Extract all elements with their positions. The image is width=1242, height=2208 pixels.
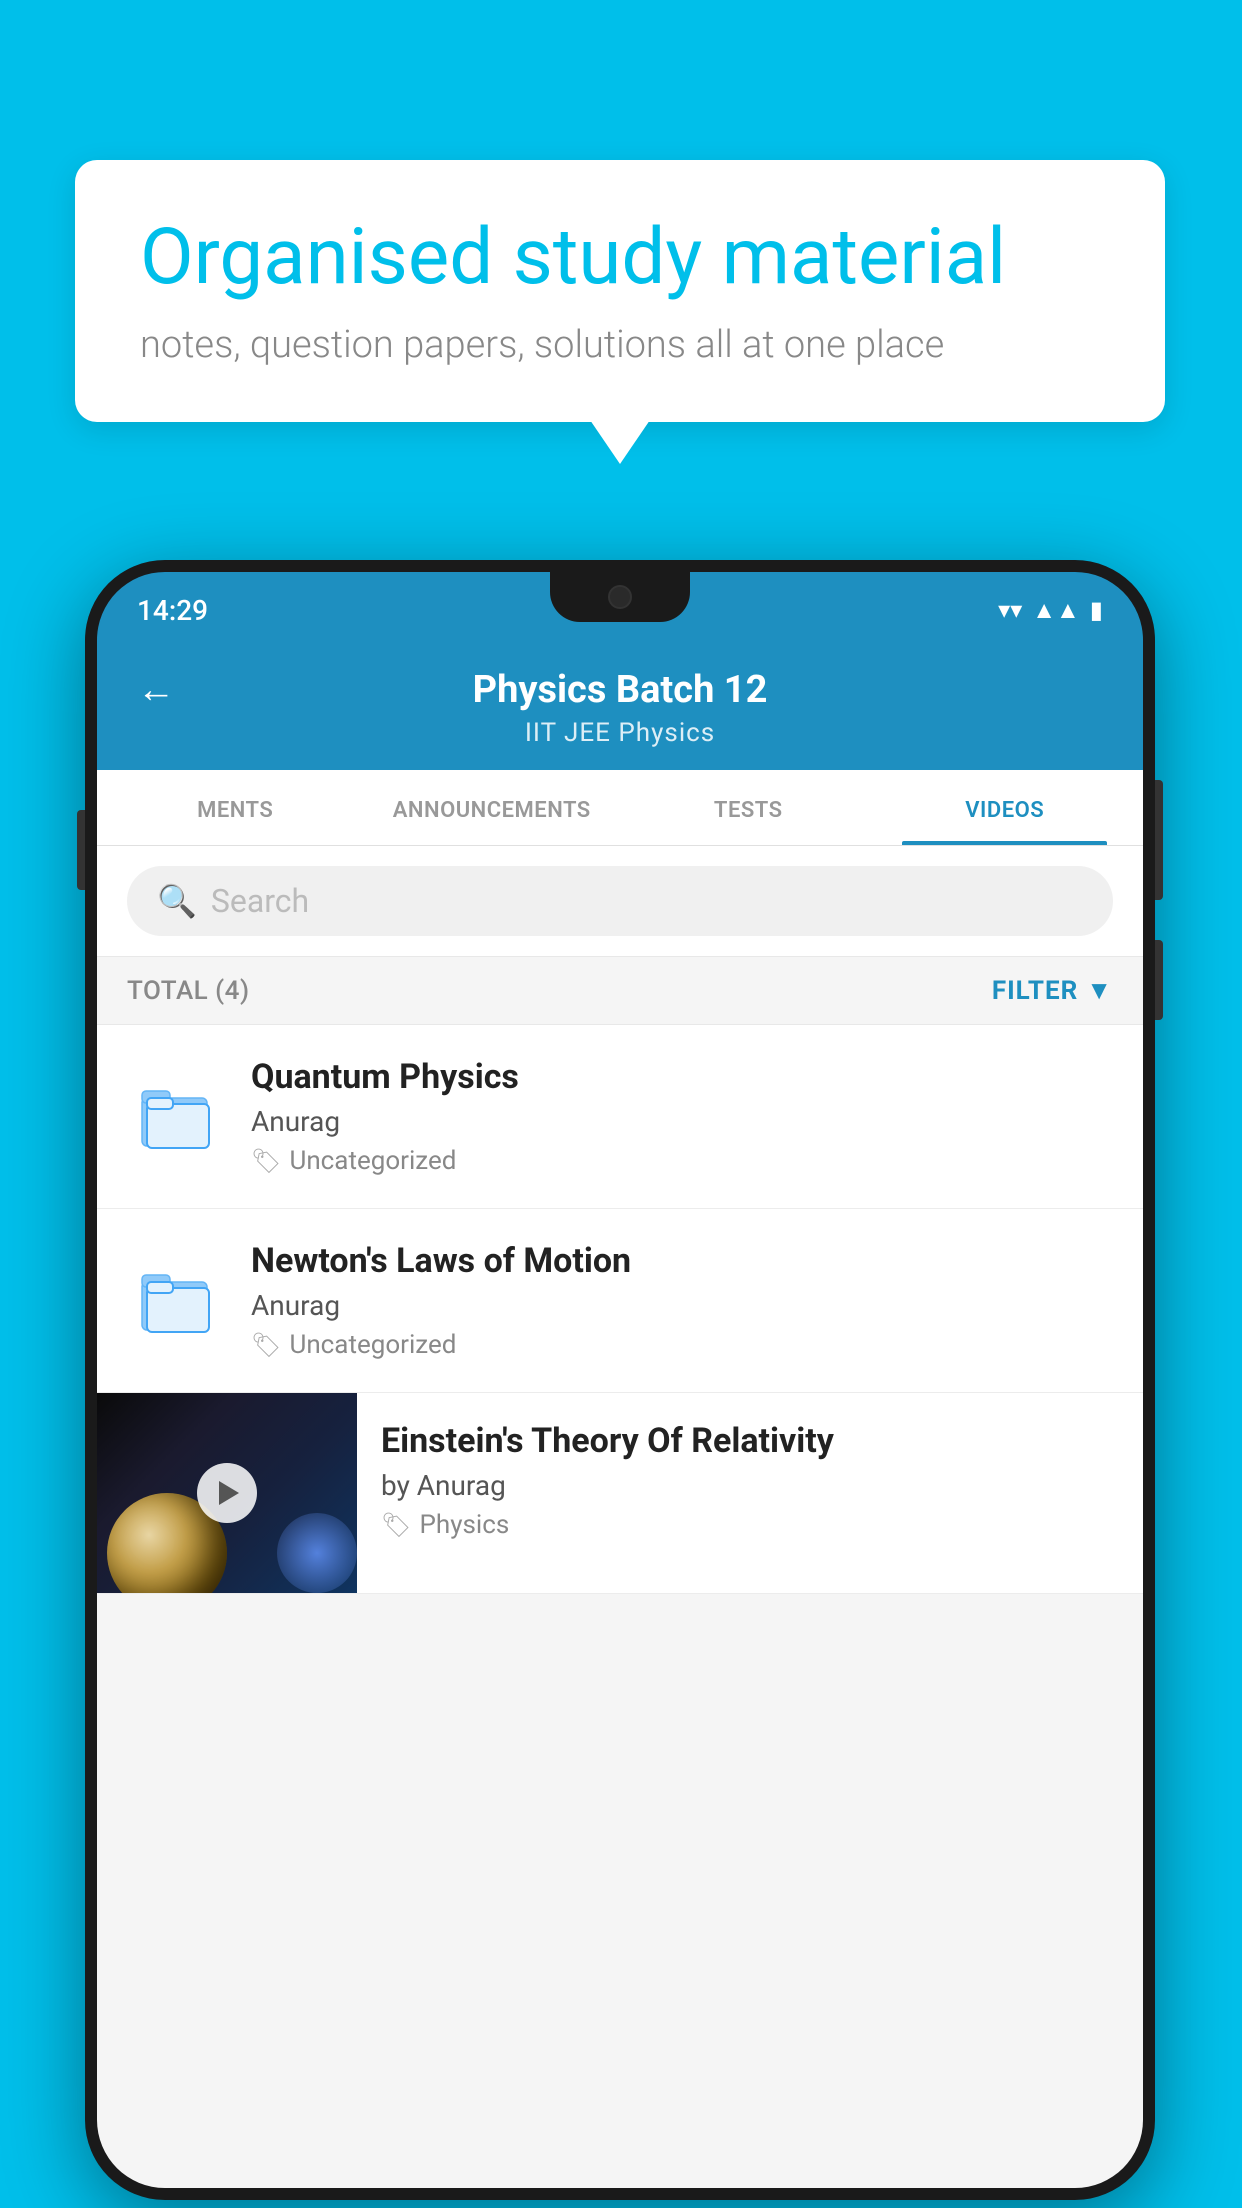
search-bar[interactable]: 🔍 Search [127,866,1113,936]
phone-notch [550,572,690,622]
search-icon: 🔍 [157,882,197,920]
search-placeholder: Search [211,882,309,920]
phone-side-button-2 [1155,940,1163,1020]
video-author: by Anurag [381,1469,1119,1502]
tag-label: Physics [419,1510,509,1540]
search-container: 🔍 Search [97,846,1143,957]
app-screen: ← Physics Batch 12 IIT JEE Physics MENTS… [97,648,1143,2188]
status-time: 14:29 [137,594,208,627]
status-icons: ▾▾ ▲▲ ▮ [998,596,1103,625]
signal-icon: ▲▲ [1032,596,1080,625]
play-triangle-icon [219,1481,239,1505]
tab-ments[interactable]: MENTS [107,770,364,845]
tag-label: Uncategorized [289,1146,456,1176]
video-thumbnail [97,1393,357,1593]
phone-body: 14:29 ▾▾ ▲▲ ▮ ← Physics Batch 12 IIT JEE… [85,560,1155,2200]
speech-bubble-heading: Organised study material [140,215,1100,301]
speech-bubble-subtext: notes, question papers, solutions all at… [140,323,1100,367]
play-button[interactable] [197,1463,257,1523]
back-button[interactable]: ← [137,668,175,712]
filter-label: FILTER [992,976,1078,1006]
video-title: Quantum Physics [251,1057,1113,1097]
video-list: Quantum Physics Anurag 🏷 Uncategorized [97,1025,1143,1594]
app-header: ← Physics Batch 12 IIT JEE Physics [97,648,1143,770]
list-item[interactable]: Quantum Physics Anurag 🏷 Uncategorized [97,1025,1143,1209]
filter-button[interactable]: FILTER ▼ [992,975,1113,1006]
battery-icon: ▮ [1090,596,1103,624]
filter-funnel-icon: ▼ [1086,975,1113,1006]
video-author: Anurag [251,1289,1113,1322]
video-item-info: Quantum Physics Anurag 🏷 Uncategorized [251,1057,1113,1176]
video-title: Newton's Laws of Motion [251,1241,1113,1281]
tag-icon: 🏷 [381,1511,411,1539]
video-item-info: Einstein's Theory Of Relativity by Anura… [357,1393,1143,1568]
phone-mockup: 14:29 ▾▾ ▲▲ ▮ ← Physics Batch 12 IIT JEE… [85,560,1155,2200]
tag-icon: 🏷 [251,1331,281,1359]
header-row: ← Physics Batch 12 [137,668,1103,712]
app-title: Physics Batch 12 [473,668,768,712]
tag-label: Uncategorized [289,1330,456,1360]
video-item-info: Newton's Laws of Motion Anurag 🏷 Uncateg… [251,1241,1113,1360]
total-filter-bar: TOTAL (4) FILTER ▼ [97,957,1143,1025]
tabs-bar: MENTS ANNOUNCEMENTS TESTS VIDEOS [97,770,1143,846]
glow-decoration [277,1513,357,1593]
folder-icon [127,1061,227,1171]
phone-power-button [1155,780,1163,900]
video-tag: 🏷 Uncategorized [251,1330,1113,1360]
speech-bubble-card: Organised study material notes, question… [75,160,1165,422]
tab-tests[interactable]: TESTS [620,770,877,845]
tag-icon: 🏷 [251,1147,281,1175]
list-item[interactable]: Newton's Laws of Motion Anurag 🏷 Uncateg… [97,1209,1143,1393]
tab-videos[interactable]: VIDEOS [877,770,1134,845]
tab-announcements[interactable]: ANNOUNCEMENTS [364,770,621,845]
list-item[interactable]: Einstein's Theory Of Relativity by Anura… [97,1393,1143,1594]
phone-volume-button [77,810,85,890]
phone-camera [608,585,632,609]
video-author: Anurag [251,1105,1113,1138]
video-title: Einstein's Theory Of Relativity [381,1421,1119,1461]
total-count-label: TOTAL (4) [127,976,250,1006]
wifi-icon: ▾▾ [998,596,1022,624]
folder-icon [127,1245,227,1355]
app-subtitle: IIT JEE Physics [525,718,715,748]
status-bar: 14:29 ▾▾ ▲▲ ▮ [97,572,1143,648]
video-tag: 🏷 Physics [381,1510,1119,1540]
video-tag: 🏷 Uncategorized [251,1146,1113,1176]
